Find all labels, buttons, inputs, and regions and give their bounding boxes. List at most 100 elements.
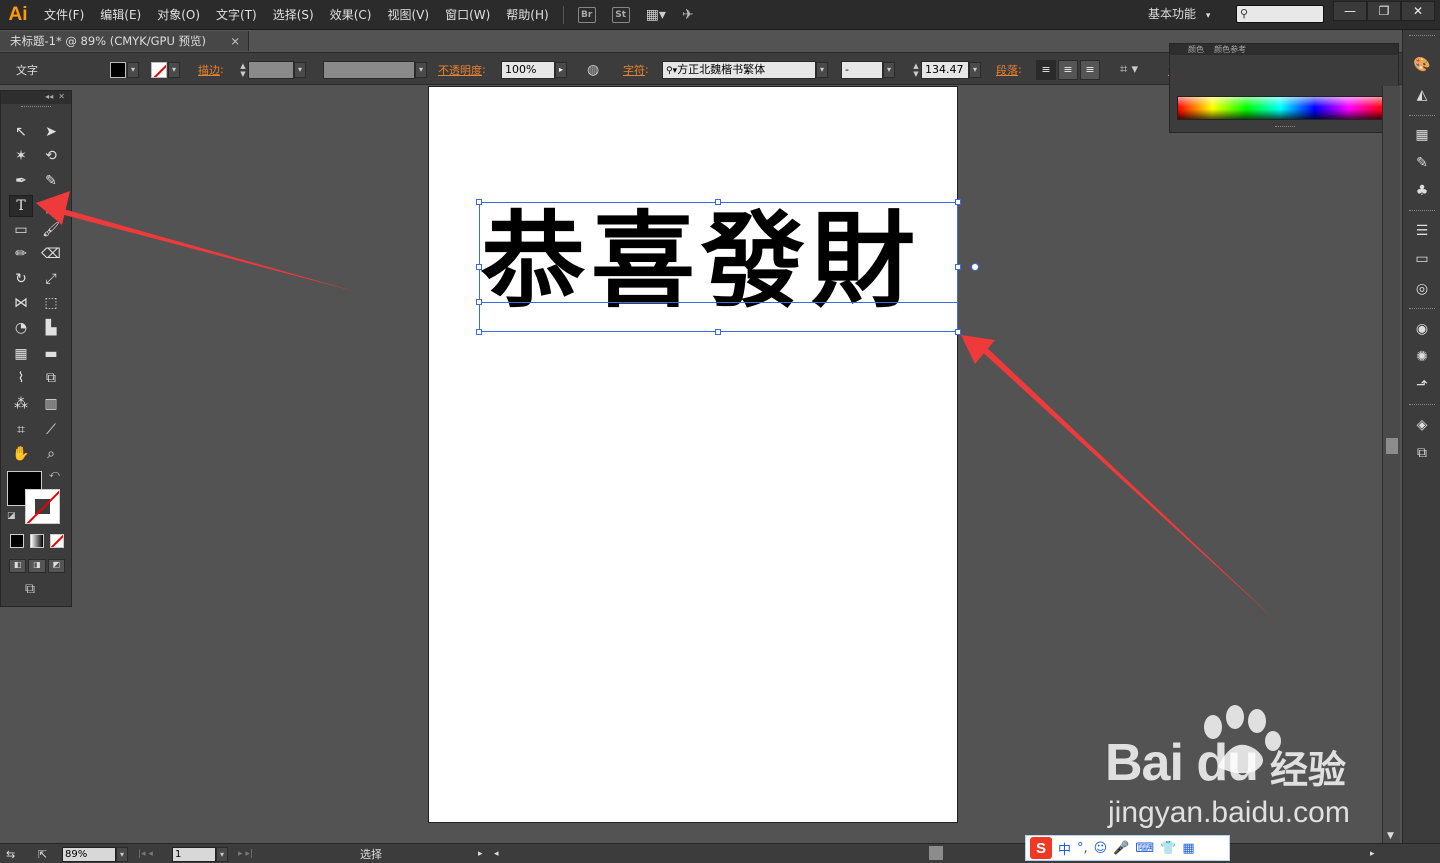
- arrange-documents-icon[interactable]: ▦▾: [646, 7, 666, 23]
- none-mode-button[interactable]: [50, 534, 64, 548]
- menu-help[interactable]: 帮助(H): [498, 0, 556, 30]
- bridge-button[interactable]: Br: [577, 6, 596, 23]
- align-center-button[interactable]: ≡: [1058, 59, 1078, 80]
- zoom-field[interactable]: 89%: [62, 846, 116, 862]
- stroke-link[interactable]: 描边: [198, 62, 220, 78]
- handle-top-right[interactable]: [955, 199, 961, 205]
- handle-bottom-right[interactable]: [955, 329, 961, 335]
- horizontal-scroll-thumb[interactable]: [929, 846, 943, 860]
- asset-export-icon[interactable]: ⬏: [1413, 376, 1431, 394]
- color-spectrum[interactable]: [1177, 96, 1384, 120]
- appearance-icon[interactable]: ◉: [1413, 320, 1431, 338]
- character-link[interactable]: 字符: [623, 62, 645, 78]
- handle-middle-left[interactable]: [476, 264, 482, 270]
- menu-object[interactable]: 对象(O): [149, 0, 208, 30]
- handle-top-center[interactable]: [715, 199, 721, 205]
- punctuation-icon[interactable]: °,: [1077, 841, 1088, 856]
- gradient-tool-icon[interactable]: ▬: [39, 343, 63, 365]
- panel-header[interactable]: ◂◂ ✕: [1, 91, 71, 104]
- mesh-tool-icon[interactable]: ▦: [9, 343, 33, 365]
- panel-grip[interactable]: [21, 106, 51, 112]
- draw-inside-icon[interactable]: ◩: [47, 559, 65, 573]
- font-size-field[interactable]: 134.47: [921, 60, 969, 79]
- artboard-number-field[interactable]: 1: [172, 846, 216, 862]
- fill-dropdown[interactable]: ▾: [127, 61, 139, 78]
- brushes-icon[interactable]: ✎: [1413, 154, 1431, 172]
- status-menu-arrow[interactable]: ▸: [478, 846, 483, 862]
- font-family-field[interactable]: ⚲▾方正北魏楷书繁体: [662, 60, 816, 79]
- minimize-button[interactable]: —: [1333, 1, 1367, 21]
- font-style-field[interactable]: -: [841, 60, 883, 79]
- text-out-port[interactable]: [971, 263, 979, 271]
- direct-selection-tool-icon[interactable]: ➤: [39, 121, 63, 143]
- menu-view[interactable]: 视图(V): [379, 0, 437, 30]
- column-graph-tool-icon[interactable]: ▥: [39, 393, 63, 415]
- transparency-icon[interactable]: ◎: [1413, 280, 1431, 298]
- text-envelope-icon[interactable]: ⌗ ▾: [1120, 62, 1138, 77]
- gpu-rocket-icon[interactable]: ✈: [682, 7, 694, 23]
- artboard-dropdown[interactable]: ▾: [216, 846, 228, 862]
- search-input[interactable]: ⚲: [1236, 5, 1324, 23]
- handle-bottom-center[interactable]: [715, 329, 721, 335]
- menu-window[interactable]: 窗口(W): [437, 0, 498, 30]
- artboards-icon[interactable]: ⧉: [1413, 444, 1431, 462]
- opacity-arrow[interactable]: ▸: [555, 61, 567, 78]
- perspective-grid-tool-icon[interactable]: ▙: [39, 317, 63, 339]
- paintbrush-tool-icon[interactable]: 🖌: [39, 219, 63, 241]
- stock-button[interactable]: St: [611, 6, 630, 23]
- eyedropper-tool-icon[interactable]: ⌇: [9, 367, 33, 389]
- menu-select[interactable]: 选择(S): [265, 0, 322, 30]
- draw-normal-icon[interactable]: ◧: [9, 559, 27, 573]
- color-mode-button[interactable]: [10, 534, 24, 548]
- color-guide-icon[interactable]: ◭: [1413, 86, 1431, 104]
- document-tab[interactable]: 未标题-1* @ 89% (CMYK/GPU 预览) ×: [0, 31, 249, 51]
- vertical-scrollbar[interactable]: ▼: [1382, 86, 1400, 843]
- ime-toolbar[interactable]: S 中 °, ☺ 🎤 ⌨ 👕 ▦: [1025, 835, 1230, 861]
- rectangle-tool-icon[interactable]: ▭: [9, 219, 33, 241]
- scroll-left-arrow[interactable]: ◂: [494, 846, 499, 862]
- close-button[interactable]: ✕: [1401, 1, 1435, 21]
- gpu-status-icon[interactable]: ⇆: [6, 846, 15, 862]
- scale-tool-icon[interactable]: ⤢: [39, 268, 63, 290]
- shape-builder-tool-icon[interactable]: ◔: [9, 317, 33, 339]
- ime-mode[interactable]: 中: [1058, 839, 1071, 858]
- swatches-palette-icon[interactable]: 🎨: [1413, 56, 1431, 74]
- graphic-styles-icon[interactable]: ✺: [1413, 348, 1431, 366]
- vertical-scroll-thumb[interactable]: [1386, 438, 1398, 454]
- gradient-mode-button[interactable]: [30, 534, 44, 548]
- align-left-button[interactable]: ≡: [1036, 59, 1056, 80]
- artboard-tool-icon[interactable]: ⌗: [9, 419, 33, 441]
- screen-mode-icon[interactable]: ⧉: [25, 581, 35, 597]
- next-artboard-button[interactable]: ▸ ▸|: [238, 846, 253, 862]
- font-size-stepper[interactable]: ▲ ▼: [911, 61, 921, 79]
- magic-wand-tool-icon[interactable]: ✶: [9, 145, 33, 167]
- blend-tool-icon[interactable]: ⧉: [39, 367, 63, 389]
- close-tab-button[interactable]: ×: [230, 34, 240, 48]
- first-artboard-button[interactable]: |◂ ◂: [138, 846, 153, 862]
- stroke-panel-icon[interactable]: ☰: [1413, 222, 1431, 240]
- menu-edit[interactable]: 编辑(E): [92, 0, 149, 30]
- default-colors-icon[interactable]: ◪: [7, 511, 16, 521]
- zoom-tool-icon[interactable]: ⌕: [39, 443, 63, 465]
- scroll-down-arrow[interactable]: ▼: [1387, 831, 1394, 841]
- opacity-link[interactable]: 不透明度: [438, 62, 482, 78]
- lasso-tool-icon[interactable]: ⟲: [39, 145, 63, 167]
- gradient-panel-icon[interactable]: ▭: [1413, 250, 1431, 268]
- share-icon[interactable]: ⇱: [38, 846, 47, 862]
- keyboard-icon[interactable]: ⌨: [1135, 841, 1154, 856]
- pen-tool-icon[interactable]: ✒: [9, 170, 33, 192]
- free-transform-tool-icon[interactable]: ⬚: [39, 292, 63, 314]
- stroke-weight-field[interactable]: [248, 60, 294, 79]
- rotate-tool-icon[interactable]: ↻: [9, 268, 33, 290]
- recolor-icon[interactable]: ◍: [587, 62, 599, 78]
- stroke-weight-stepper[interactable]: ▲ ▼: [238, 61, 248, 79]
- panel-grip[interactable]: [1275, 126, 1295, 130]
- menu-effect[interactable]: 效果(C): [322, 0, 380, 30]
- type-tool-icon[interactable]: T: [9, 195, 33, 217]
- slice-tool-icon[interactable]: ⟋: [39, 419, 63, 441]
- layers-icon[interactable]: ◈: [1413, 416, 1431, 434]
- variable-width-dropdown[interactable]: ▾: [415, 61, 427, 78]
- align-right-button[interactable]: ≡: [1080, 59, 1100, 80]
- emoji-icon[interactable]: ☺: [1094, 841, 1108, 856]
- symbol-sprayer-tool-icon[interactable]: ⁂: [9, 393, 33, 415]
